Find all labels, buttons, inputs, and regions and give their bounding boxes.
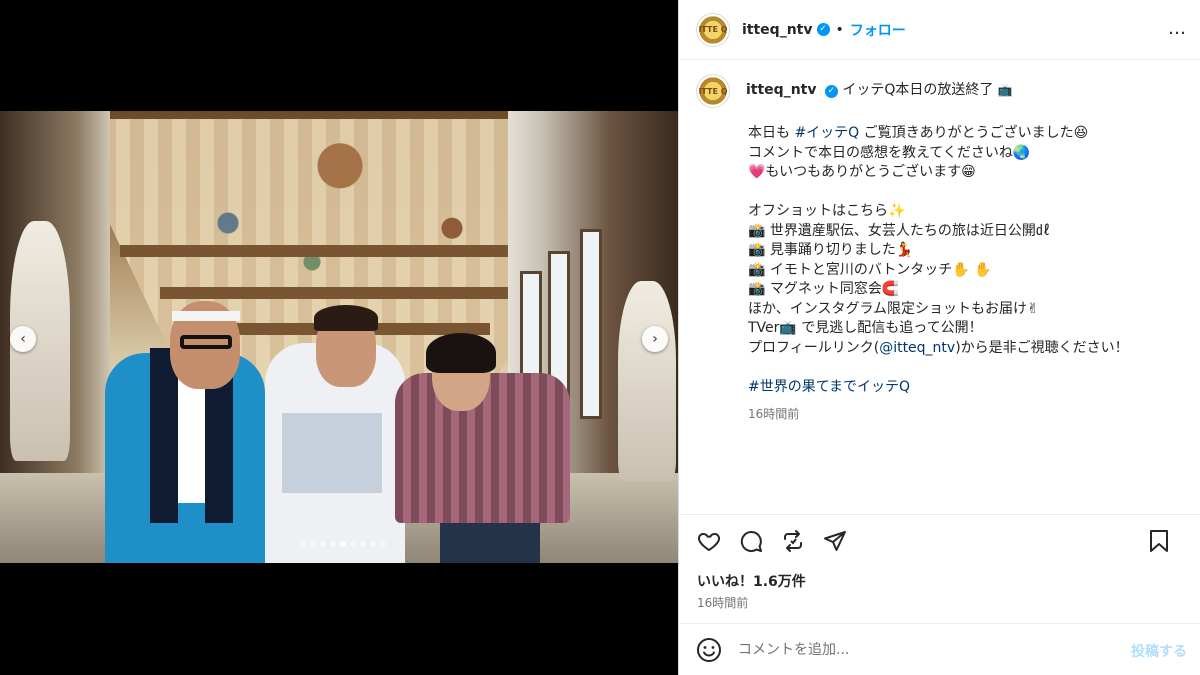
hashtag-link[interactable]: #イッテQ — [794, 125, 859, 141]
caption-line-text: 📸 見事踊り切りました💃 — [748, 242, 914, 258]
verified-icon: ✓ — [816, 23, 830, 36]
post-side-panel: ITTE Q itteq_ntv ✓ • フォロー … ITTE Q itteq… — [678, 0, 1200, 675]
post-header: ITTE Q itteq_ntv ✓ • フォロー … — [679, 0, 1200, 60]
tv-icon: 📺 — [997, 83, 1013, 97]
carousel-dot — [330, 541, 336, 547]
photo-beam — [120, 245, 560, 257]
caption-body: 本日も #イッテQ ご覧頂きありがとうございました😆 コメントで本日の感想を教えて… — [748, 124, 1186, 397]
caption-line: 本日も #イッテQ ご覧頂きありがとうございました😆 — [748, 124, 1186, 144]
carousel-prev-button[interactable]: ‹ — [10, 326, 36, 352]
avatar[interactable]: ITTE Q — [696, 12, 730, 47]
post-comment-button[interactable]: 投稿する — [1131, 641, 1187, 661]
person-1-glasses — [180, 335, 232, 349]
caption-line: ほか、インスタグラム限定ショットもお届け✌ — [748, 300, 1186, 320]
carousel-dot — [310, 541, 316, 547]
verified-icon: ✓ — [824, 85, 838, 98]
comment-input[interactable] — [738, 641, 1098, 658]
carousel-dot — [370, 541, 376, 547]
caption-avatar[interactable]: ITTE Q — [696, 74, 730, 108]
caption-line-text: )から是非ご視聴ください！ — [955, 339, 1129, 356]
caption-line-text: プロフィールリンク( — [748, 339, 880, 356]
caption-line: プロフィールリンク(@itteq_ntv)から是非ご視聴ください！ — [748, 339, 1186, 359]
person-1-collar — [150, 348, 178, 523]
bookmark-icon[interactable] — [1145, 527, 1173, 555]
caption-line-text: 💗もいつもありがとうございます😁 — [748, 164, 976, 180]
carousel-dot — [320, 541, 326, 547]
caption-line: 📸 イモトと宮川のバトンタッチ✋ ✋ — [748, 261, 1186, 281]
avatar-logo-text: ITTE Q — [698, 86, 728, 96]
caption-line: 📸 世界遺産駅伝、女芸人たちの旅は近日公開㎗ — [748, 222, 1186, 242]
photo-window — [580, 229, 602, 419]
carousel-dot — [340, 541, 346, 547]
post-photo[interactable] — [0, 111, 678, 563]
caption-line-text: 📸 世界遺産駅伝、女芸人たちの旅は近日公開㎗ — [748, 222, 1050, 239]
post-timestamp[interactable]: 16時間前 — [697, 594, 748, 611]
caption-line-text: オフショットはこちら✨ — [748, 203, 906, 219]
instagram-post-modal: ‹ › ITTE Q itteq_ntv ✓ • フォロー … ITTE Q i… — [0, 0, 1200, 675]
carousel-dot — [350, 541, 356, 547]
hashtag-link[interactable]: @itteq_ntv — [879, 340, 955, 356]
person-1-headband — [172, 311, 240, 321]
action-bar — [679, 514, 1200, 566]
carousel-dot — [360, 541, 366, 547]
carousel-dot — [380, 541, 386, 547]
caption-line: コメントで本日の感想を教えてくださいね🌏 — [748, 144, 1186, 164]
statue-right — [618, 281, 676, 481]
caption-line-text: ほか、インスタグラム限定ショットもお届け✌ — [748, 300, 1039, 317]
person-3-hair — [426, 333, 496, 373]
post-caption: ITTE Q itteq_ntv ✓ イッテQ本日の放送終了 📺 本日も #イッ… — [696, 74, 1186, 422]
heart-icon[interactable] — [695, 527, 723, 555]
caption-time: 16時間前 — [748, 407, 800, 421]
media-panel: ‹ › — [0, 0, 678, 675]
caption-line: 📸 見事踊り切りました💃 — [748, 241, 1186, 261]
caption-line: TVer📺 で見逃し配信も追って公開！ — [748, 319, 1186, 339]
caption-line: 💗もいつもありがとうございます😁 — [748, 163, 1186, 183]
avatar-logo-text: ITTE Q — [698, 25, 728, 34]
person-2-stripe — [282, 413, 382, 493]
carousel-next-button[interactable]: › — [642, 326, 668, 352]
caption-line-text: 📸 イモトと宮川のバトンタッチ✋ ✋ — [748, 261, 992, 278]
carousel-dot — [300, 541, 306, 547]
more-options-icon[interactable]: … — [1168, 18, 1187, 39]
caption-line-text: 📸 マグネット同窓会🧲 — [748, 281, 900, 297]
caption-line-text: 本日も — [748, 125, 795, 141]
repost-icon[interactable] — [779, 527, 807, 555]
emoji-icon[interactable] — [696, 637, 722, 663]
caption-line-text: ご覧頂きありがとうございました😆 — [859, 125, 1089, 141]
comment-icon[interactable] — [737, 527, 765, 555]
comment-bar: 投稿する — [679, 623, 1200, 675]
carousel-dots — [300, 541, 386, 547]
send-icon[interactable] — [821, 527, 849, 555]
header-username[interactable]: itteq_ntv — [742, 22, 813, 38]
caption-line: オフショットはこちら✨ — [748, 202, 1186, 222]
caption-line: 📸 マグネット同窓会🧲 — [748, 280, 1186, 300]
caption-username[interactable]: itteq_ntv — [746, 82, 817, 98]
caption-line-text: コメントで本日の感想を教えてくださいね🌏 — [748, 144, 1031, 161]
separator-dot: • — [835, 21, 844, 38]
follow-button[interactable]: フォロー — [850, 20, 906, 40]
person-2-hair — [314, 305, 378, 331]
caption-title: イッテQ本日の放送終了 — [842, 82, 994, 98]
photo-beam — [160, 287, 520, 299]
like-count[interactable]: いいね！1.6万件 — [697, 571, 806, 591]
hashtag-link[interactable]: #世界の果てまでイッテQ — [748, 379, 910, 395]
caption-line: #世界の果てまでイッテQ — [748, 378, 1186, 398]
caption-line-text: TVer📺 で見逃し配信も追って公開！ — [748, 320, 983, 336]
